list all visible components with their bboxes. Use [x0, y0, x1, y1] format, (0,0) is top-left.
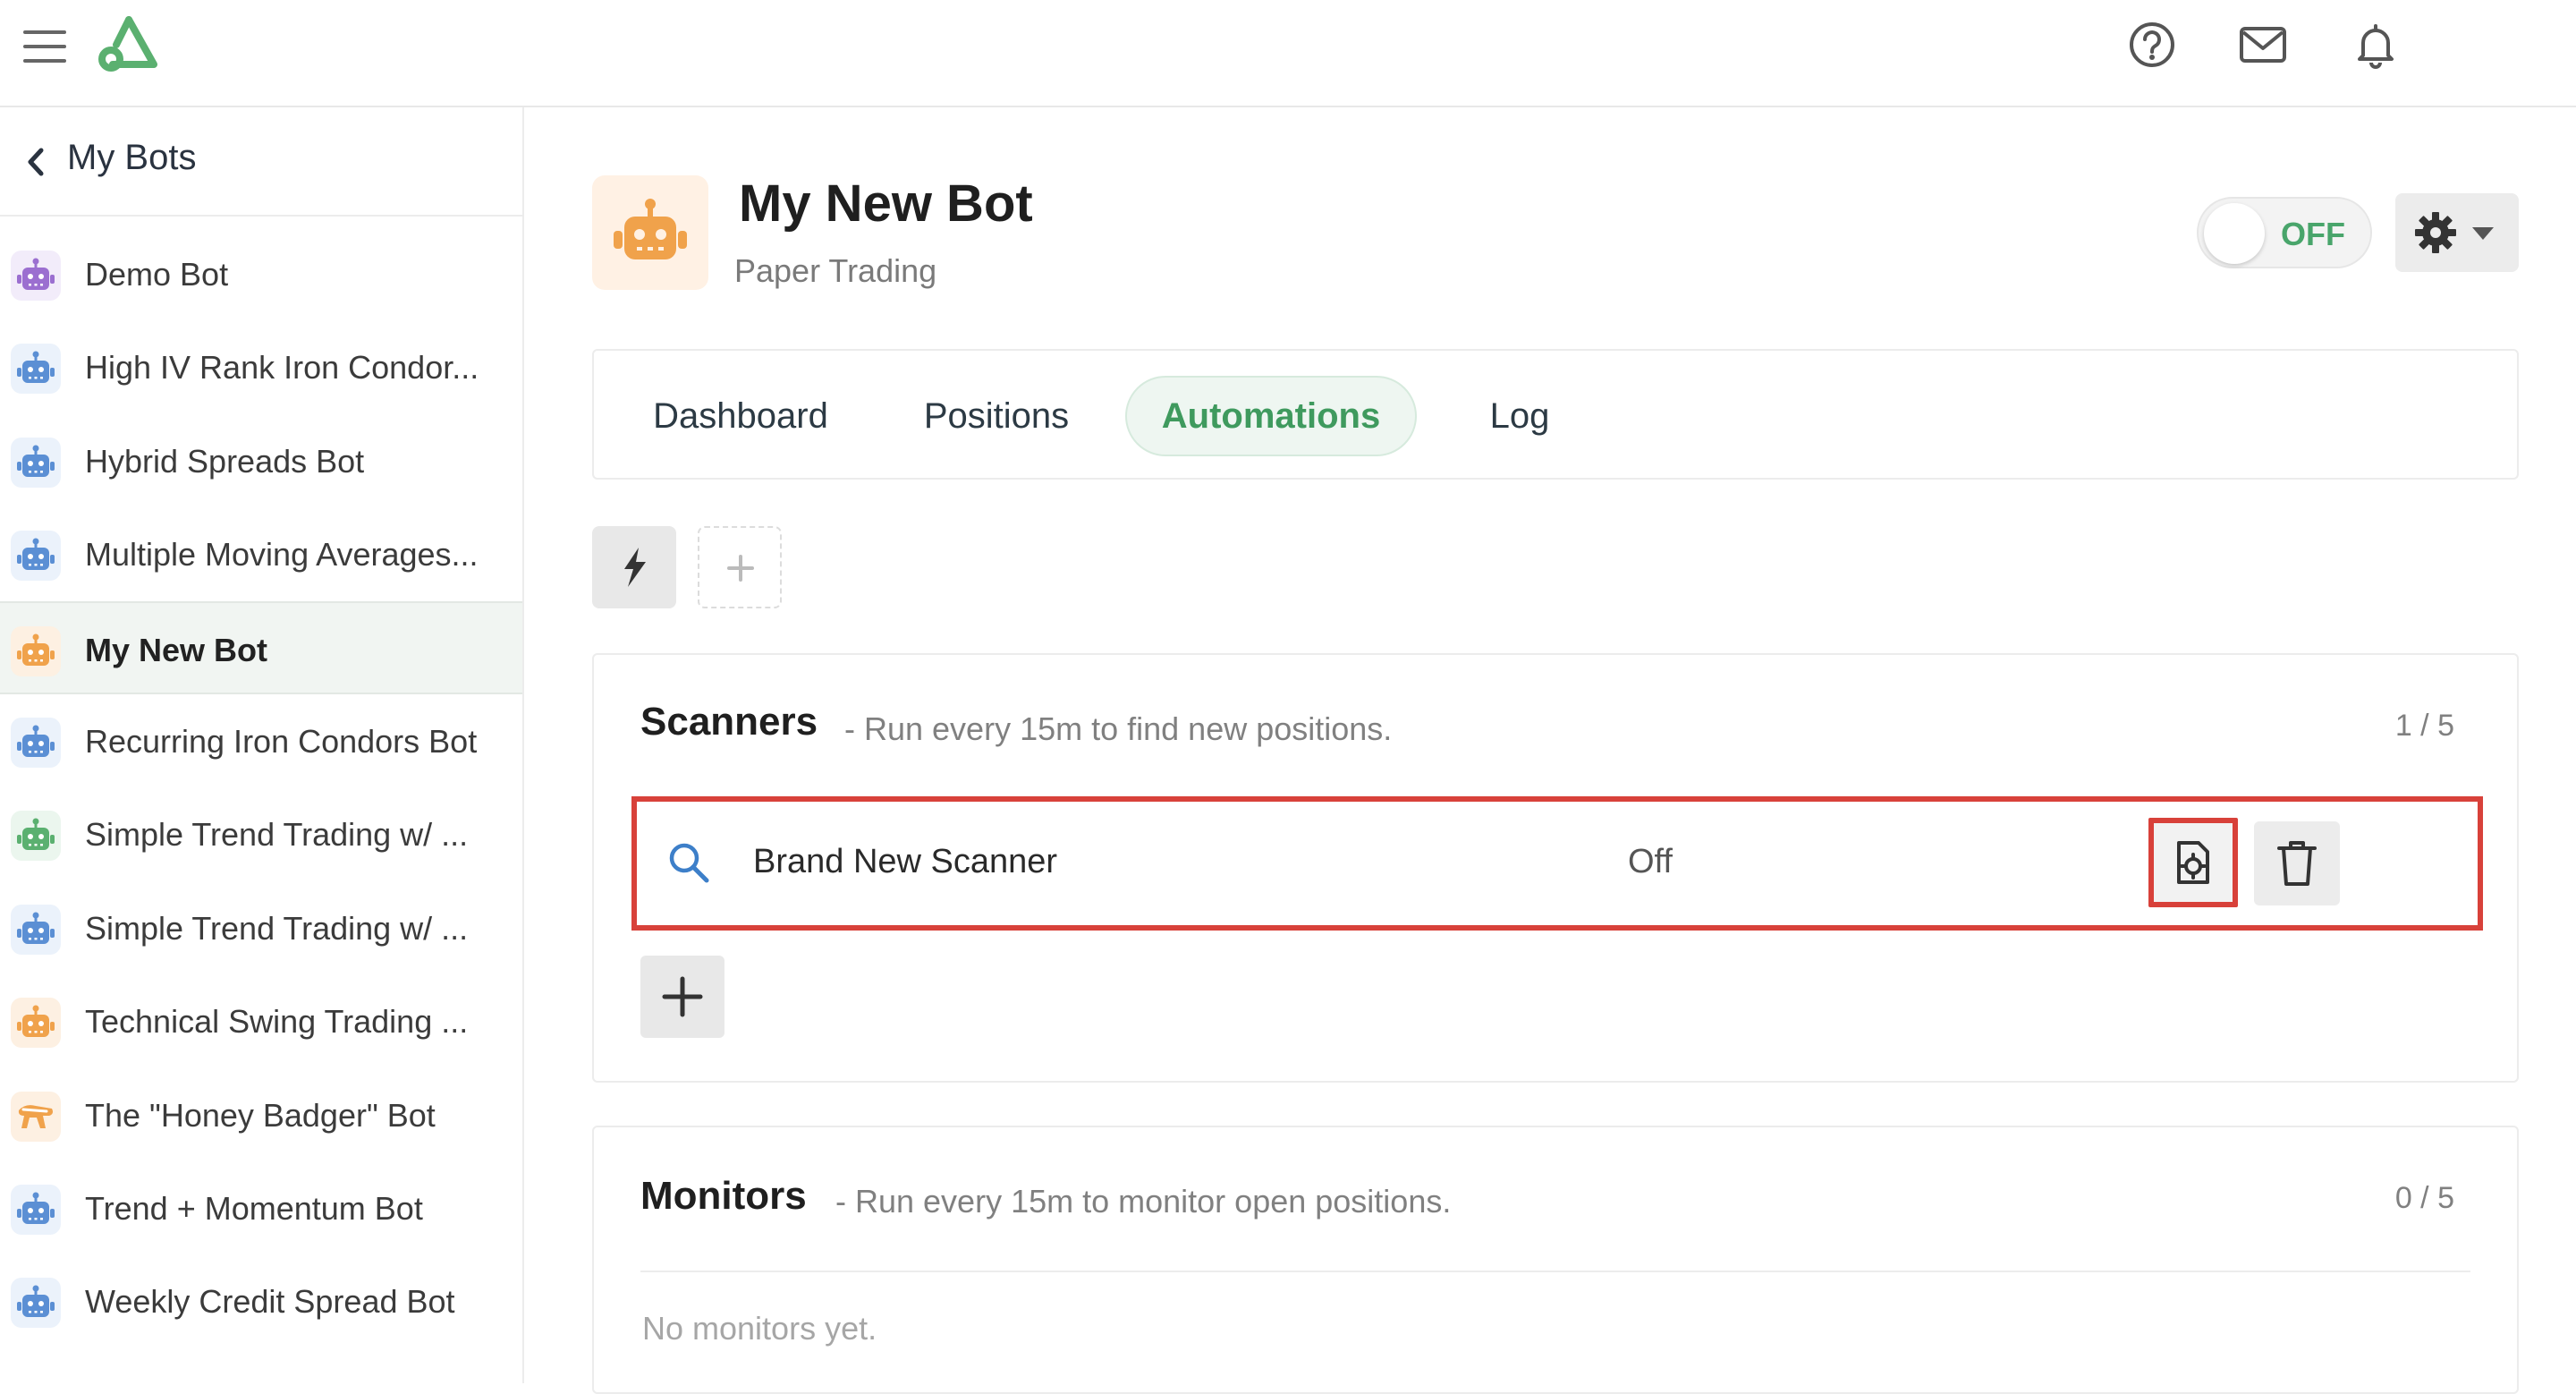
sidebar-item-bot[interactable]: My New Bot: [0, 600, 522, 694]
sidebar-item-bot[interactable]: Weekly Credit Spread Bot: [0, 1254, 522, 1347]
toggle-knob: [2204, 203, 2265, 264]
tab-automations[interactable]: Automations: [1125, 376, 1417, 456]
sidebar-item-label: Simple Trend Trading w/ ...: [85, 909, 469, 947]
trash-icon: [2277, 841, 2317, 886]
plus-icon: [662, 976, 703, 1017]
sidebar-item-bot[interactable]: The "Honey Badger" Bot: [0, 1068, 522, 1161]
gear-icon: [2415, 212, 2456, 253]
robot-icon: [614, 199, 687, 259]
sidebar-item-bot[interactable]: Recurring Iron Condors Bot: [0, 694, 522, 787]
badger-icon: [11, 1091, 61, 1142]
robot-icon: [11, 1278, 61, 1329]
bot-avatar: [592, 175, 708, 290]
sidebar-item-label: Weekly Credit Spread Bot: [85, 1283, 455, 1321]
tab-dashboard[interactable]: Dashboard: [633, 376, 848, 456]
sidebar-item-label: High IV Rank Iron Condor...: [85, 349, 479, 387]
sidebar-item-label: Technical Swing Trading ...: [85, 1003, 469, 1041]
delete-scanner-button[interactable]: [2254, 821, 2340, 905]
bot-mode: Paper Trading: [734, 252, 937, 289]
scanner-status: Off: [1628, 843, 1673, 880]
page-title: My New Bot: [739, 174, 1033, 233]
add-automation-button[interactable]: [698, 526, 782, 608]
file-settings-icon: [2177, 841, 2209, 884]
automation-type-button[interactable]: [592, 526, 676, 608]
tab-positions[interactable]: Positions: [889, 376, 1104, 456]
chevron-down-icon: [2472, 227, 2494, 240]
scanner-row[interactable]: Brand New Scanner Off: [631, 796, 2483, 931]
sidebar-item-bot[interactable]: Multiple Moving Averages...: [0, 507, 522, 600]
sidebar-item-bot[interactable]: High IV Rank Iron Condor...: [0, 320, 522, 413]
sidebar-item-label: Recurring Iron Condors Bot: [85, 723, 478, 760]
app-logo[interactable]: [95, 14, 163, 73]
sidebar-item-bot[interactable]: Simple Trend Trading w/ ...: [0, 787, 522, 880]
scanners-card: Scanners - Run every 15m to find new pos…: [592, 653, 2519, 1083]
settings-dropdown-button[interactable]: [2395, 193, 2519, 272]
robot-icon: [11, 718, 61, 768]
robot-icon: [11, 251, 61, 301]
help-icon[interactable]: [2127, 20, 2177, 70]
tab-log[interactable]: Log: [1453, 376, 1587, 456]
sidebar-item-bot[interactable]: Simple Trend Trading w/ ...: [0, 881, 522, 974]
robot-icon: [11, 1185, 61, 1235]
add-scanner-button[interactable]: [640, 956, 724, 1038]
sidebar-item-label: Hybrid Spreads Bot: [85, 442, 365, 480]
sidebar-item-label: Demo Bot: [85, 256, 229, 293]
scanners-count: 1 / 5: [2394, 709, 2454, 743]
robot-icon: [11, 811, 61, 862]
edit-scanner-button[interactable]: [2148, 818, 2238, 907]
plus-icon: [727, 555, 754, 582]
top-bar: [0, 0, 2576, 107]
sidebar-item-bot[interactable]: Demo Bot: [0, 227, 522, 320]
monitors-card: Monitors - Run every 15m to monitor open…: [592, 1126, 2519, 1394]
monitors-description: - Run every 15m to monitor open position…: [835, 1183, 1452, 1220]
robot-icon: [11, 904, 61, 955]
mail-icon[interactable]: [2238, 20, 2288, 70]
sidebar-item-bot[interactable]: Trend + Momentum Bot: [0, 1161, 522, 1254]
bell-icon[interactable]: [2351, 20, 2401, 70]
robot-icon: [11, 625, 61, 676]
sidebar-item-bot[interactable]: Hybrid Spreads Bot: [0, 414, 522, 507]
sidebar-item-bot[interactable]: Technical Swing Trading ...: [0, 974, 522, 1067]
robot-icon: [11, 437, 61, 488]
scanners-title: Scanners: [640, 700, 818, 744]
back-label: My Bots: [67, 138, 197, 177]
bot-power-toggle[interactable]: OFF: [2197, 197, 2372, 268]
menu-icon[interactable]: [23, 25, 66, 68]
sidebar-item-label: Simple Trend Trading w/ ...: [85, 816, 469, 854]
search-icon: [669, 843, 709, 883]
back-to-my-bots[interactable]: My Bots: [0, 107, 522, 217]
robot-icon: [11, 344, 61, 395]
sidebar-item-label: My New Bot: [85, 631, 268, 668]
chevron-left-icon: [23, 145, 48, 179]
sidebar-item-label: Multiple Moving Averages...: [85, 536, 479, 574]
scanners-description: - Run every 15m to find new positions.: [844, 710, 1393, 747]
robot-icon: [11, 998, 61, 1049]
tab-bar: Dashboard Positions Automations Log: [592, 349, 2519, 480]
monitors-title: Monitors: [640, 1174, 807, 1218]
lightning-bolt-icon: [624, 548, 646, 587]
monitors-divider: [640, 1271, 2470, 1272]
monitors-empty-text: No monitors yet.: [642, 1310, 877, 1347]
toggle-label: OFF: [2281, 216, 2345, 252]
monitors-count: 0 / 5: [2394, 1181, 2454, 1215]
robot-icon: [11, 531, 61, 582]
sidebar-item-label: The "Honey Badger" Bot: [85, 1096, 436, 1134]
scanner-name: Brand New Scanner: [753, 843, 1058, 880]
sidebar: My Bots Demo Bot High IV Rank Iron Condor…: [0, 107, 524, 1383]
sidebar-item-label: Trend + Momentum Bot: [85, 1190, 423, 1227]
